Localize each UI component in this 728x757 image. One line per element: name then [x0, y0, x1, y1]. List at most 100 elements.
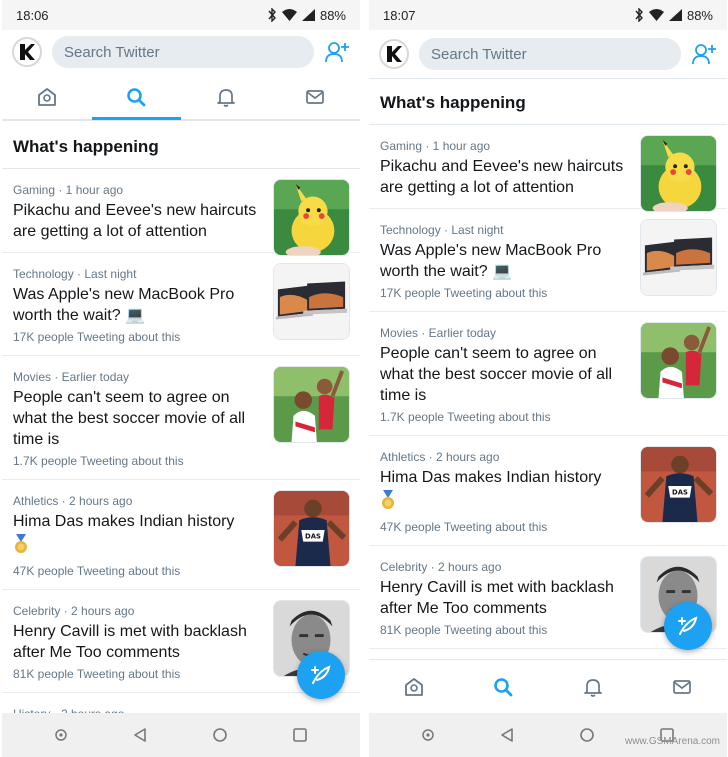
add-user-icon: [692, 44, 716, 65]
trend-meta: Athletics · 2 hours ago: [13, 494, 133, 508]
trend-item[interactable]: Gaming · 1 hour ago Pikachu and Eevee's …: [2, 169, 360, 256]
trend-thumbnail-soccer-movie: [273, 366, 350, 443]
section-title: What's happening: [369, 78, 727, 125]
add-user-button[interactable]: [324, 39, 350, 65]
trend-headline: People can't seem to agree on what the b…: [380, 345, 613, 404]
battery-level: 88%: [319, 7, 346, 23]
phone-screen-left: 18:06 88% Search Twitter What's happenin…: [2, 0, 360, 757]
assistant-dot-icon[interactable]: [54, 728, 68, 742]
bell-icon: [583, 678, 602, 697]
add-user-icon: [325, 42, 349, 63]
add-user-button[interactable]: [691, 41, 717, 67]
trend-tweet-count: 47K people Tweeting about this: [13, 564, 181, 578]
k-logo-icon: [387, 46, 402, 62]
tab-notifications[interactable]: [181, 74, 271, 119]
trend-tweet-count: 81K people Tweeting about this: [380, 623, 548, 637]
signal-icon: [668, 9, 682, 21]
medal-icon: [382, 490, 394, 509]
signal-icon: [301, 9, 315, 21]
trend-headline: Was Apple's new MacBook Pro worth the wa…: [380, 242, 602, 280]
trend-headline: Hima Das makes Indian history: [380, 469, 602, 486]
status-time: 18:06: [16, 7, 49, 23]
search-input[interactable]: Search Twitter: [52, 36, 314, 68]
compose-tweet-button[interactable]: [297, 651, 345, 699]
tab-home[interactable]: [2, 74, 92, 119]
svg-text:DAS: DAS: [305, 533, 321, 541]
android-navigation-bar: [2, 713, 360, 757]
section-title: What's happening: [2, 120, 360, 169]
assistant-dot-icon[interactable]: [421, 728, 435, 742]
trend-item[interactable]: Technology · Last night Was Apple's new …: [369, 209, 727, 312]
compose-tweet-button[interactable]: [664, 602, 712, 650]
trend-meta: Celebrity · 2 hours ago: [13, 604, 135, 618]
search-placeholder: Search Twitter: [64, 43, 160, 61]
medal-icon: [15, 534, 27, 553]
trend-tweet-count: 1.7K people Tweeting about this: [13, 454, 184, 468]
trend-item[interactable]: Movies · Earlier today People can't seem…: [2, 356, 360, 480]
trend-item[interactable]: Athletics · 2 hours ago Hima Das makes I…: [2, 480, 360, 590]
trend-headline: Was Apple's new MacBook Pro worth the wa…: [13, 286, 235, 324]
trend-meta: Gaming · 1 hour ago: [380, 139, 491, 153]
status-time: 18:07: [383, 7, 416, 23]
search-icon: [494, 677, 513, 696]
mail-icon: [673, 679, 692, 694]
app-logo[interactable]: [12, 37, 42, 67]
trend-list: Gaming · 1 hour ago Pikachu and Eevee's …: [2, 169, 360, 733]
trend-meta: Athletics · 2 hours ago: [380, 450, 500, 464]
top-app-bar: Search Twitter: [369, 30, 727, 78]
recents-icon[interactable]: [292, 727, 308, 743]
home-icon: [37, 87, 56, 106]
tab-messages[interactable]: [638, 660, 728, 713]
top-tab-bar: [2, 74, 360, 120]
search-input[interactable]: Search Twitter: [419, 38, 681, 70]
compose-icon: [678, 616, 698, 635]
status-bar: 18:07 88%: [369, 0, 727, 30]
trend-meta: Movies · Earlier today: [380, 326, 497, 340]
tab-home[interactable]: [369, 660, 459, 713]
trend-tweet-count: 17K people Tweeting about this: [380, 286, 548, 300]
home-button-icon[interactable]: [579, 727, 595, 743]
trend-thumbnail-macbook: [640, 219, 717, 296]
bluetooth-icon: [635, 8, 643, 22]
bottom-tab-bar: [369, 659, 727, 713]
back-icon[interactable]: [499, 727, 515, 743]
trend-thumbnail-macbook: [273, 263, 350, 340]
trend-headline: Pikachu and Eevee's new haircuts are get…: [13, 202, 257, 240]
trend-headline: Henry Cavill is met with backlash after …: [380, 579, 614, 617]
home-icon: [404, 677, 423, 696]
wifi-icon: [281, 9, 297, 21]
trend-headline: Henry Cavill is met with backlash after …: [13, 623, 247, 661]
tab-notifications[interactable]: [548, 660, 638, 713]
app-logo[interactable]: [379, 39, 409, 69]
trend-tweet-count: 17K people Tweeting about this: [13, 330, 181, 344]
back-icon[interactable]: [132, 727, 148, 743]
trend-item[interactable]: Gaming · 1 hour ago Pikachu and Eevee's …: [369, 125, 727, 212]
compose-icon: [311, 665, 331, 684]
tab-explore[interactable]: [459, 660, 549, 713]
trend-headline: People can't seem to agree on what the b…: [13, 389, 246, 448]
tab-explore[interactable]: [91, 74, 182, 120]
trend-thumbnail-athlete: DAS: [273, 490, 350, 567]
trend-list: Gaming · 1 hour ago Pikachu and Eevee's …: [369, 125, 727, 649]
trend-thumbnail-athlete: DAS: [640, 446, 717, 523]
trend-headline: Hima Das makes Indian history: [13, 513, 235, 530]
mail-icon: [306, 89, 325, 104]
watermark: www.GSMArena.com: [624, 736, 720, 747]
trend-meta: Movies · Earlier today: [13, 370, 130, 384]
home-button-icon[interactable]: [212, 727, 228, 743]
top-app-bar: Search Twitter: [2, 30, 360, 74]
svg-text:DAS: DAS: [672, 489, 688, 497]
trend-thumbnail-pikachu: [640, 135, 717, 212]
trend-headline: Pikachu and Eevee's new haircuts are get…: [380, 158, 624, 196]
battery-level: 88%: [686, 7, 713, 23]
status-bar: 18:06 88%: [2, 0, 360, 30]
android-navigation-bar: [369, 713, 727, 757]
trend-tweet-count: 47K people Tweeting about this: [380, 520, 548, 534]
wifi-icon: [648, 9, 664, 21]
trend-thumbnail-pikachu: [273, 179, 350, 256]
trend-item[interactable]: Technology · Last night Was Apple's new …: [2, 253, 360, 356]
trend-meta: Gaming · 1 hour ago: [13, 183, 124, 197]
tab-messages[interactable]: [271, 74, 361, 119]
trend-item[interactable]: Movies · Earlier today People can't seem…: [369, 312, 727, 436]
trend-item[interactable]: Athletics · 2 hours ago Hima Das makes I…: [369, 436, 727, 546]
